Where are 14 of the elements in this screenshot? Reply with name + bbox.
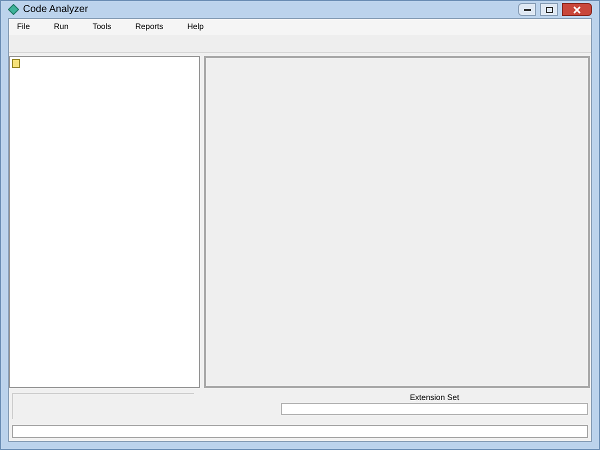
- menu-item[interactable]: File: [17, 21, 30, 33]
- extension-set-field[interactable]: [281, 403, 588, 415]
- extension-set-label: Extension Set: [410, 393, 460, 403]
- menu-item[interactable]: Help: [187, 21, 204, 33]
- restore-button[interactable]: [540, 3, 558, 16]
- menu-item[interactable]: Tools: [92, 21, 112, 33]
- minimize-button[interactable]: [518, 3, 536, 16]
- window-title: Code Analyzer: [23, 3, 88, 17]
- close-icon: [573, 6, 581, 14]
- close-button[interactable]: [562, 3, 592, 16]
- app-icon: [8, 4, 19, 15]
- menu-item[interactable]: Reports: [135, 21, 164, 33]
- folder-icon: [12, 59, 20, 68]
- menu-item[interactable]: Run: [54, 21, 69, 33]
